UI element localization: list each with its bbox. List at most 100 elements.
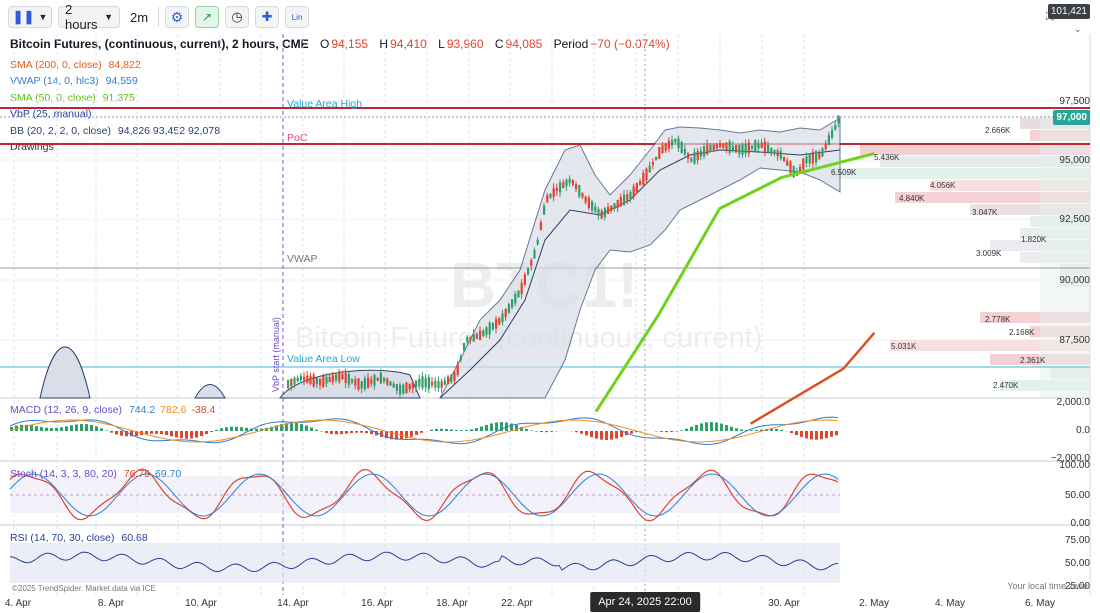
- macd-histogram-bar: [665, 431, 668, 433]
- macd-histogram-bar: [90, 424, 93, 431]
- fullscreen-icon[interactable]: ⛶: [1046, 11, 1054, 24]
- candle-body: [789, 161, 792, 174]
- candle-body: [427, 377, 430, 390]
- macd-histogram-bar: [115, 431, 118, 435]
- candle-body: [703, 146, 706, 157]
- macd-histogram-bar: [150, 431, 153, 434]
- candle-body: [530, 259, 533, 266]
- top-price-badge: 101,421: [1047, 4, 1090, 19]
- bollinger-band: [194, 384, 226, 399]
- candle-body: [514, 293, 517, 304]
- price-label-95000: 95,000: [1059, 155, 1090, 166]
- candle-body: [357, 378, 360, 390]
- x-axis-label: 16. Apr: [361, 598, 393, 609]
- macd-histogram-bar: [325, 431, 328, 434]
- rsi-axis-top: 75.00: [1064, 535, 1090, 546]
- candle-body: [287, 380, 290, 389]
- macd-histogram-bar: [620, 431, 623, 437]
- x-axis-label: 10. Apr: [185, 598, 217, 609]
- macd-histogram-bar: [670, 431, 673, 433]
- local-time-note[interactable]: Your local time zone: [1007, 581, 1088, 591]
- macd-histogram-bar: [490, 423, 493, 431]
- candle-body: [600, 210, 603, 219]
- vbp-volume-label: 4.056K: [930, 181, 956, 190]
- candle-body: [552, 187, 555, 197]
- bollinger-band: [39, 346, 91, 399]
- macd-histogram-bar: [220, 428, 223, 431]
- candle-body: [453, 371, 456, 381]
- x-axis-label: 8. Apr: [97, 598, 125, 609]
- candle-body: [443, 380, 446, 385]
- macd-histogram-bar: [40, 426, 43, 431]
- candle-body: [434, 380, 437, 388]
- candle-body: [805, 156, 808, 164]
- candle-body: [299, 375, 302, 381]
- macd-histogram-bar: [435, 428, 438, 431]
- candle-body: [392, 383, 395, 388]
- candle-body: [799, 166, 802, 172]
- candle-body: [667, 140, 670, 149]
- candle-body: [325, 377, 328, 384]
- candle-body: [559, 182, 562, 193]
- candle-body: [642, 172, 645, 185]
- macd-legend[interactable]: MACD (12, 26, 9, close) 744.2 782.6 -38.…: [10, 404, 215, 416]
- macd-histogram-bar: [495, 422, 498, 431]
- macd-histogram-bar: [715, 422, 718, 431]
- candle-body: [533, 250, 536, 259]
- candle-body: [715, 144, 718, 149]
- candle-body: [674, 138, 677, 143]
- candle-body: [315, 378, 318, 385]
- macd-histogram-bar: [525, 428, 528, 431]
- candle-body: [693, 151, 696, 164]
- candle-body: [562, 182, 565, 189]
- candle-body: [680, 141, 683, 153]
- stoch-axis-bot: 0.00: [1070, 518, 1090, 529]
- candle-body: [741, 144, 744, 156]
- candle-body: [779, 151, 782, 159]
- candle-body: [584, 196, 587, 203]
- macd-histogram-bar: [805, 431, 808, 439]
- candle-body: [498, 318, 501, 325]
- candle-body: [379, 372, 382, 384]
- candle-body: [699, 150, 702, 157]
- vwap-level-label: VWAP: [287, 253, 318, 265]
- vbp-volume-label: 5.031K: [891, 342, 917, 351]
- macd-histogram-bar: [420, 431, 423, 433]
- macd-histogram-bar: [815, 431, 818, 440]
- chart-canvas[interactable]: [0, 0, 1100, 613]
- candle-body: [565, 179, 568, 187]
- macd-histogram-bar: [690, 426, 693, 431]
- candle-body: [690, 158, 693, 162]
- macd-histogram-bar: [70, 425, 73, 431]
- candle-body: [370, 379, 373, 384]
- candle-body: [338, 371, 341, 382]
- vbp-volume-label: 3.009K: [976, 249, 1002, 258]
- candle-body: [373, 374, 376, 386]
- candle-body: [335, 374, 338, 381]
- vbp-volume-label: 2.361K: [1020, 356, 1046, 365]
- stoch-legend[interactable]: Stoch (14, 3, 3, 80, 20) 76.75 69.70: [10, 468, 181, 480]
- candle-body: [639, 181, 642, 185]
- macd-histogram-bar: [610, 431, 613, 440]
- candle-body: [834, 124, 837, 130]
- value-area-high-label: Value Area High: [287, 98, 363, 110]
- current-price-badge: 97,000: [1053, 110, 1090, 125]
- candle-body: [344, 373, 347, 384]
- x-axis-label: 14. Apr: [277, 598, 309, 609]
- candle-body: [808, 154, 811, 164]
- rsi-legend[interactable]: RSI (14, 70, 30, close) 60.68: [10, 532, 148, 544]
- x-axis-label: 18. Apr: [436, 598, 468, 609]
- candle-body: [747, 142, 750, 154]
- chevron-down-icon[interactable]: ⌄: [1074, 24, 1082, 35]
- macd-histogram-bar: [80, 423, 83, 431]
- macd-histogram-bar: [630, 431, 633, 434]
- candle-body: [469, 336, 472, 341]
- macd-histogram-bar: [160, 431, 163, 435]
- candle-body: [623, 194, 626, 205]
- candle-body: [821, 148, 824, 157]
- copyright-note: ©2025 TrendSpider. Market data via ICE: [12, 584, 156, 593]
- candle-body: [738, 145, 741, 154]
- macd-histogram-bar: [290, 422, 293, 431]
- macd-histogram-bar: [195, 431, 198, 438]
- macd-histogram-bar: [185, 431, 188, 439]
